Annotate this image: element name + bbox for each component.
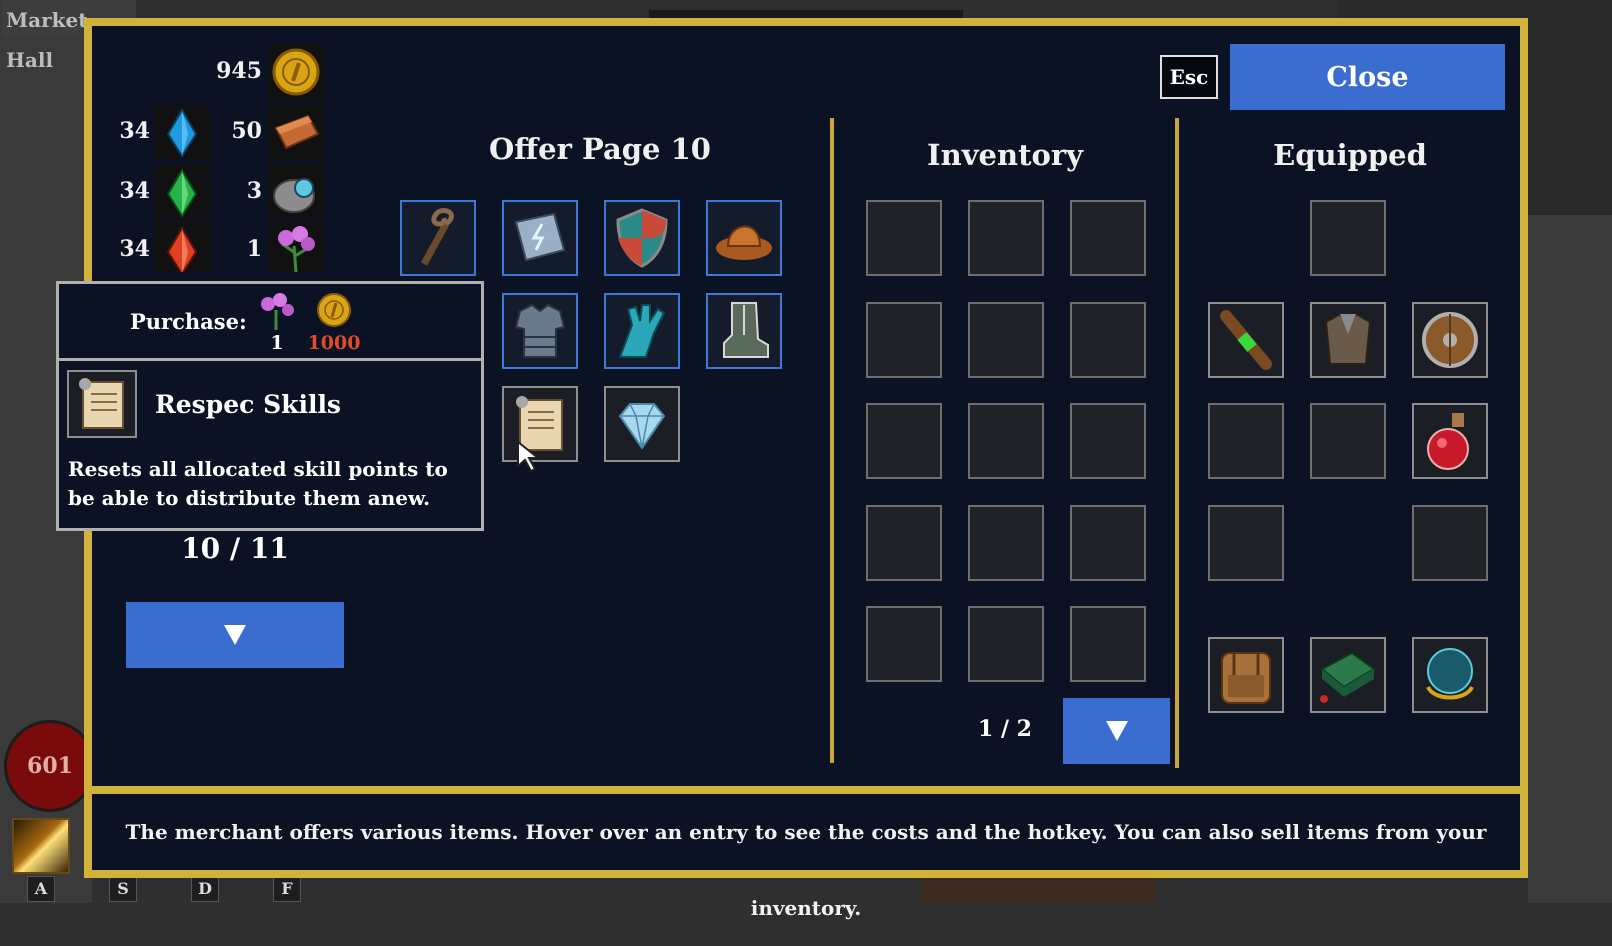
inventory-slot[interactable] xyxy=(1070,200,1146,276)
offer-item-staff[interactable] xyxy=(400,200,476,276)
equip-slot-belt-right[interactable] xyxy=(1412,505,1488,581)
equip-slot-belt-left[interactable] xyxy=(1208,505,1284,581)
skill-slash-icon[interactable] xyxy=(12,818,70,874)
inventory-slot[interactable] xyxy=(968,403,1044,479)
equip-slot-offhand[interactable] xyxy=(1412,302,1488,378)
chest-armor-icon xyxy=(514,303,566,358)
spellbook-case-icon xyxy=(1320,651,1376,703)
offer-page-counter: 10 / 11 xyxy=(181,532,289,565)
crystal-orb-icon xyxy=(1426,648,1474,700)
hotkey-d: D xyxy=(191,876,219,902)
leather-vest-icon xyxy=(1324,312,1372,365)
green-crystal-count: 34 xyxy=(119,178,150,204)
equipped-title: Equipped xyxy=(1273,138,1427,172)
equip-slot-chest[interactable] xyxy=(1310,302,1386,378)
inventory-title: Inventory xyxy=(927,138,1083,172)
backpack-icon xyxy=(1221,652,1271,704)
esc-hotkey: Esc xyxy=(1160,55,1218,99)
inventory-next-page-button[interactable] xyxy=(1063,698,1170,764)
blue-crystal-icon xyxy=(154,104,210,160)
close-button[interactable]: Close xyxy=(1230,44,1505,110)
hotkey-a: A xyxy=(27,876,55,902)
inventory-slot[interactable] xyxy=(1070,606,1146,682)
spellbook-icon xyxy=(514,212,566,262)
cost-flower-icon xyxy=(256,290,298,330)
gold-count: 945 xyxy=(216,58,262,84)
world-top-bar xyxy=(649,10,963,18)
offer-item-boots[interactable] xyxy=(706,293,782,369)
offer-item-spellbook[interactable] xyxy=(502,200,578,276)
inventory-slot[interactable] xyxy=(968,302,1044,378)
hotkey-f: F xyxy=(273,876,301,902)
silver-ore-icon xyxy=(268,164,324,220)
equip-slot-amulet[interactable] xyxy=(1412,637,1488,713)
inventory-slot[interactable] xyxy=(1070,302,1146,378)
staff-icon xyxy=(420,208,454,266)
hat-icon xyxy=(716,225,772,260)
inventory-slot[interactable] xyxy=(968,200,1044,276)
mouse-cursor-icon xyxy=(517,440,541,472)
equip-slot-ring-left[interactable] xyxy=(1208,403,1284,479)
world-ground xyxy=(922,878,1156,903)
shield-icon xyxy=(616,208,668,268)
triangle-down-icon xyxy=(1105,721,1128,741)
cost-gold-icon xyxy=(314,290,354,330)
column-divider-right xyxy=(1175,118,1179,768)
health-value: 601 xyxy=(27,753,73,779)
inventory-slot[interactable] xyxy=(1070,505,1146,581)
inventory-slot[interactable] xyxy=(866,200,942,276)
wand-icon xyxy=(1220,310,1272,370)
offer-item-diamond[interactable] xyxy=(604,386,680,462)
inventory-slot[interactable] xyxy=(866,505,942,581)
copper-ingot-count: 50 xyxy=(231,118,262,144)
inventory-slot[interactable] xyxy=(968,606,1044,682)
offer-next-page-button[interactable] xyxy=(126,602,344,668)
diamond-icon xyxy=(618,403,666,450)
tooltip-scroll-icon xyxy=(67,370,137,438)
offer-item-gloves[interactable] xyxy=(604,293,680,369)
blue-crystal-count: 34 xyxy=(119,118,150,144)
round-shield-icon xyxy=(1422,312,1478,368)
silver-ore-count: 3 xyxy=(246,178,262,204)
inventory-slot[interactable] xyxy=(968,505,1044,581)
offer-item-chest-armor[interactable] xyxy=(502,293,578,369)
inventory-page-counter: 1 / 2 xyxy=(978,716,1032,742)
tooltip-item-name: Respec Skills xyxy=(155,390,342,419)
column-divider-left xyxy=(830,118,834,763)
offer-title: Offer Page 10 xyxy=(489,132,711,166)
gloves-icon xyxy=(618,304,666,358)
red-crystal-count: 34 xyxy=(119,236,150,262)
tooltip-description: Resets all allocated skill points to be … xyxy=(68,457,448,510)
equip-slot-weapon[interactable] xyxy=(1208,302,1284,378)
cost-gold-amount: 1000 xyxy=(307,332,361,354)
health-potion-icon xyxy=(1427,413,1469,470)
equip-slot-book[interactable] xyxy=(1310,637,1386,713)
hotkey-s: S xyxy=(109,876,137,902)
equip-slot-head[interactable] xyxy=(1310,200,1386,276)
footer-hint-text: The merchant offers various items. Hover… xyxy=(125,820,1487,920)
equip-slot-bag[interactable] xyxy=(1208,637,1284,713)
red-crystal-icon xyxy=(154,222,210,272)
inventory-slot[interactable] xyxy=(866,403,942,479)
cost-flower-amount: 1 xyxy=(270,332,284,354)
boots-icon xyxy=(723,302,769,358)
inventory-slot[interactable] xyxy=(1070,403,1146,479)
pink-flower-icon xyxy=(268,222,324,272)
triangle-down-icon xyxy=(224,625,246,645)
equip-slot-potion[interactable] xyxy=(1412,403,1488,479)
copper-ingot-icon xyxy=(268,104,324,160)
gold-coin-icon xyxy=(268,44,324,100)
equip-slot-ring-right[interactable] xyxy=(1310,403,1386,479)
inventory-slot[interactable] xyxy=(866,606,942,682)
inventory-slot[interactable] xyxy=(866,302,942,378)
green-crystal-icon xyxy=(154,164,210,220)
health-orb: 601 xyxy=(4,720,96,812)
offer-item-hat[interactable] xyxy=(706,200,782,276)
offer-item-shield[interactable] xyxy=(604,200,680,276)
tooltip-purchase-label: Purchase: xyxy=(130,309,247,334)
pink-flower-count: 1 xyxy=(246,236,262,262)
tooltip-divider xyxy=(59,358,481,361)
